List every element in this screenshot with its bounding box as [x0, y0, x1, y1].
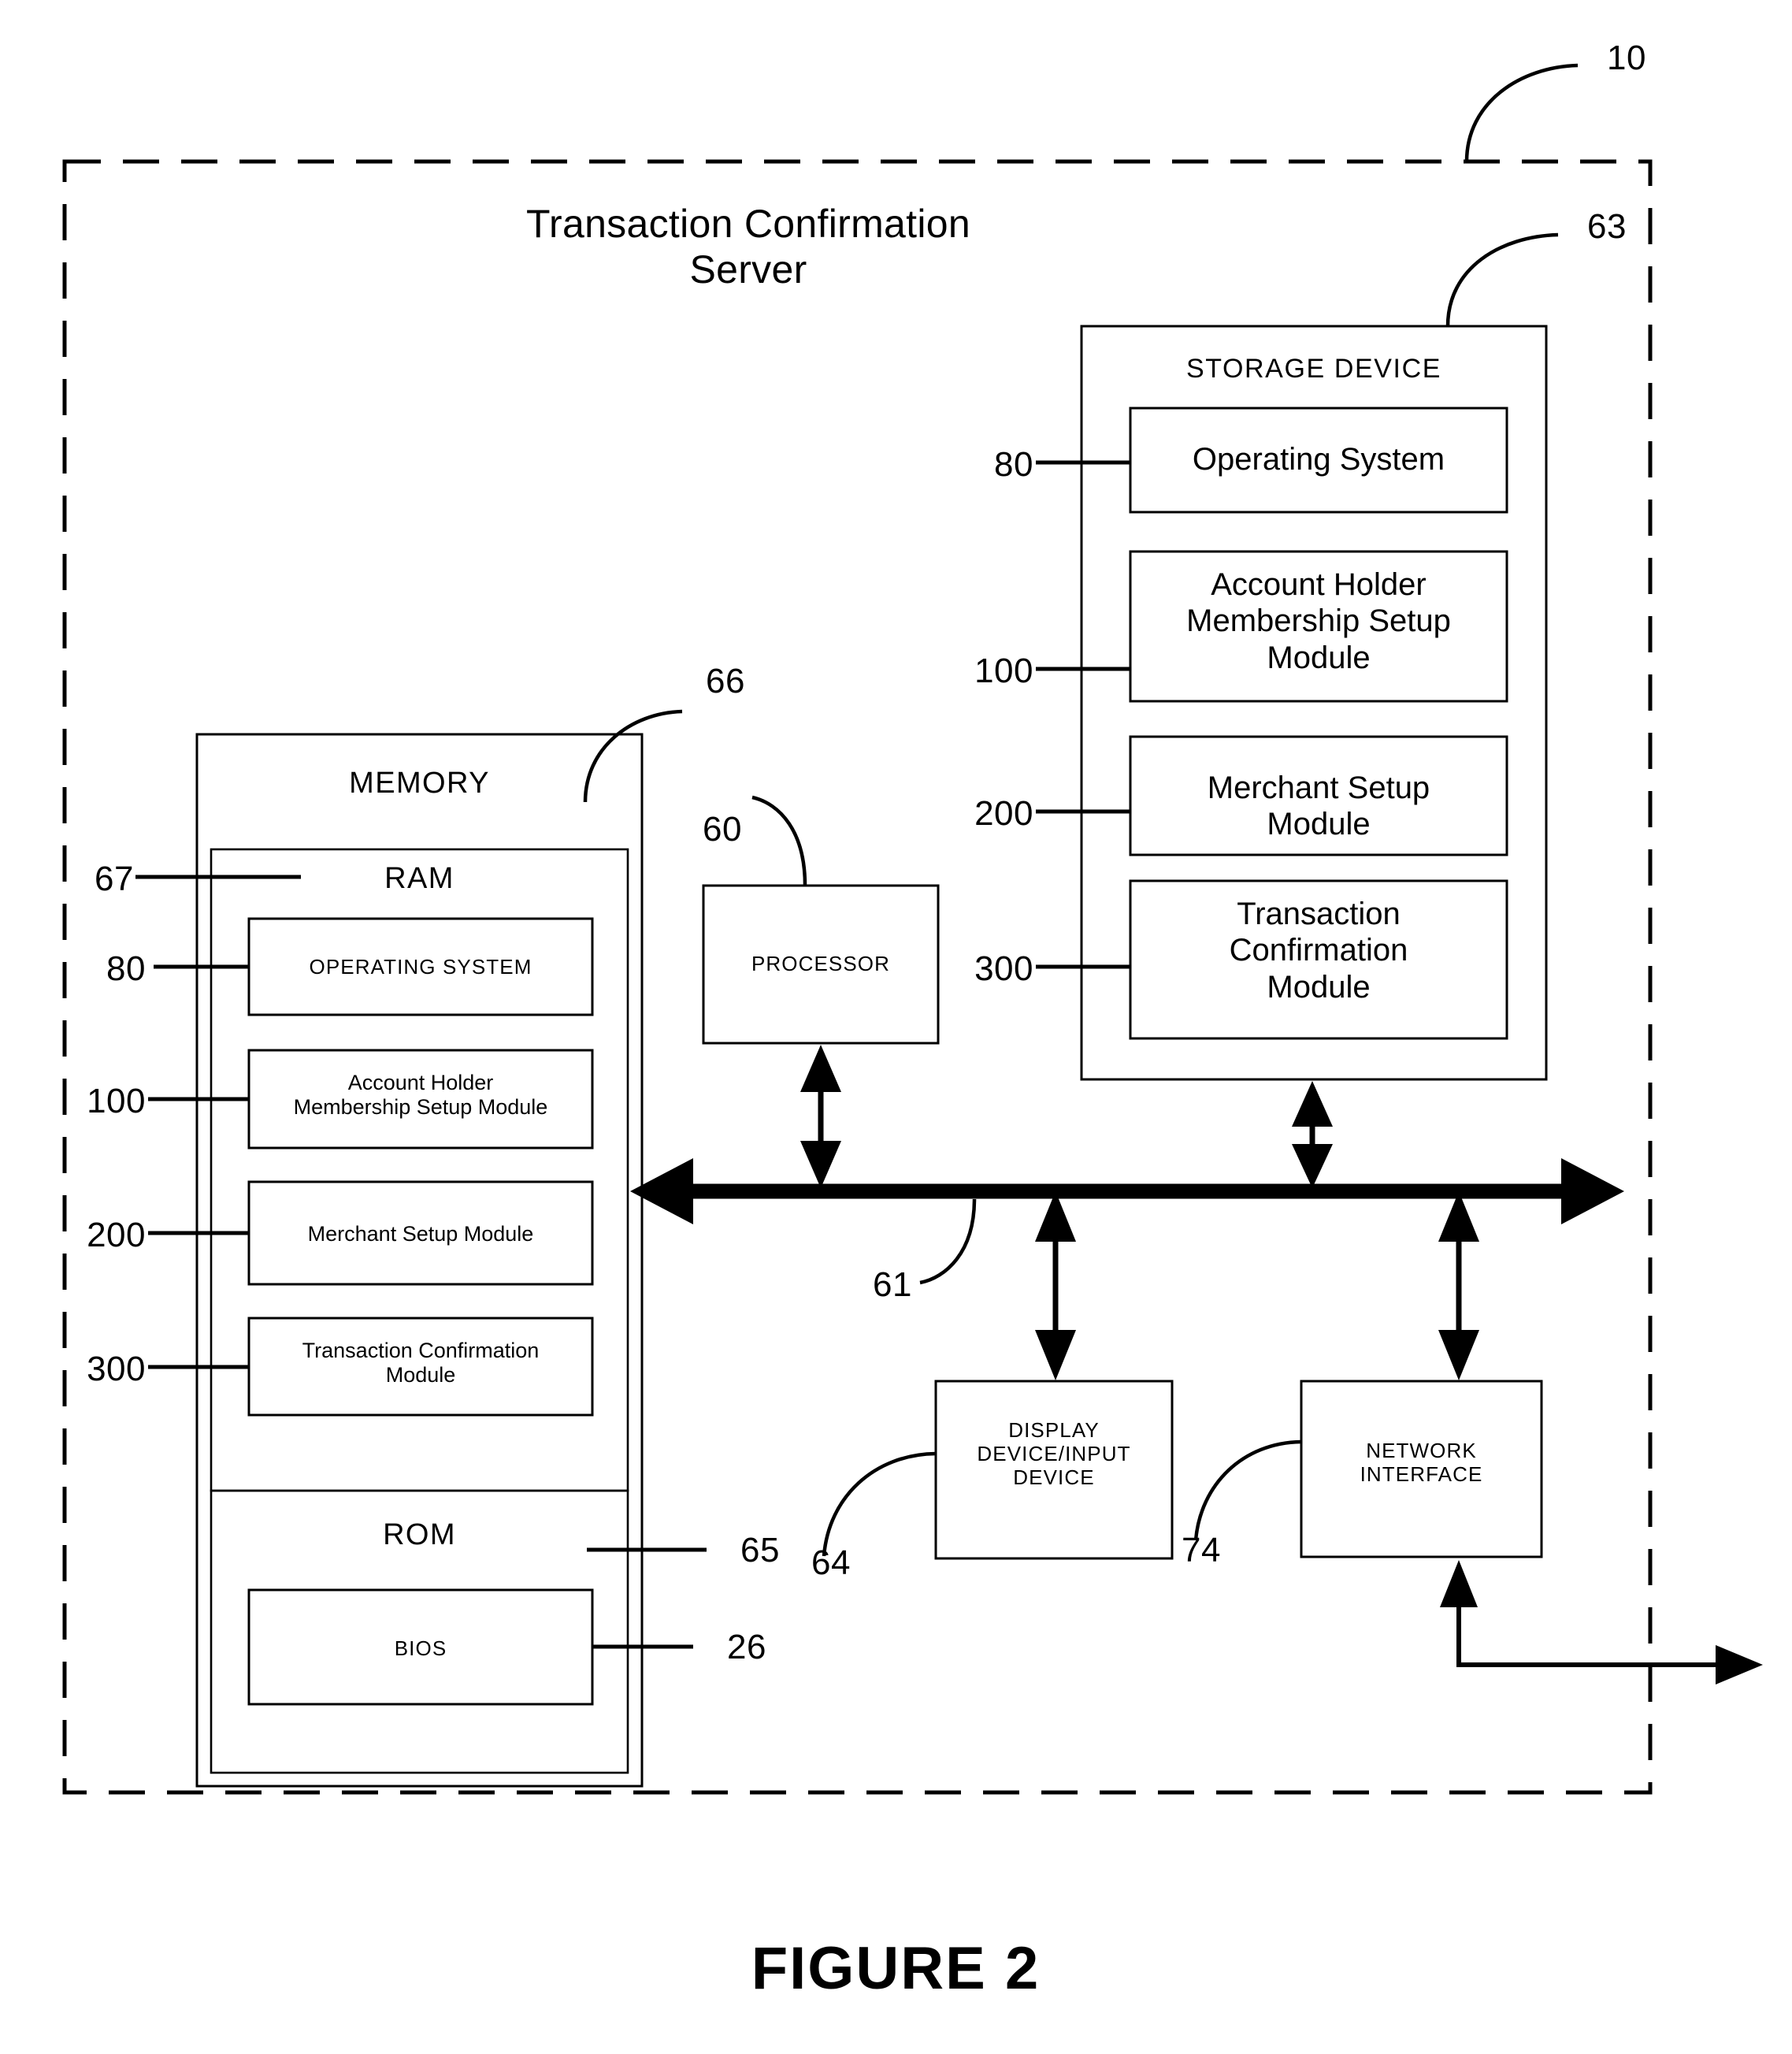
storage-module-label-transaction: Transaction Confirmation Module	[1229, 897, 1408, 1005]
memory-title: MEMORY	[349, 767, 490, 800]
bus-arrow-right	[1561, 1158, 1624, 1224]
patent-figure-2: Transaction Confirmation Server 10 STORA…	[0, 0, 1792, 2054]
storage-module-label-os: Operating System	[1192, 442, 1445, 477]
ref-label-61: 61	[873, 1265, 912, 1304]
network-interface-label: NETWORK INTERFACE	[1360, 1439, 1483, 1487]
ram-module-label-os: OPERATING SYSTEM	[309, 955, 532, 979]
leader-ref-74	[1193, 1439, 1302, 1541]
rom-title: ROM	[383, 1518, 456, 1551]
ref-label-74: 74	[1182, 1531, 1221, 1569]
network-external-link	[1456, 1589, 1737, 1667]
ref-label-66: 66	[706, 662, 745, 700]
diagram-canvas	[62, 63, 1763, 1795]
ref-label-64: 64	[811, 1543, 851, 1582]
ref-label-storage-80: 80	[994, 445, 1033, 484]
network-external-arrow	[1716, 1645, 1763, 1684]
display-device-label: DISPLAY DEVICE/INPUT DEVICE	[977, 1418, 1131, 1490]
system-title: Transaction Confirmation Server	[526, 202, 970, 292]
ref-label-ram-80: 80	[106, 949, 146, 988]
figure-caption: FIGURE 2	[751, 1935, 1041, 2002]
ref-label-67: 67	[95, 860, 134, 898]
storage-device-title: STORAGE DEVICE	[1185, 354, 1442, 384]
display-bus-arrow-down	[1035, 1330, 1076, 1380]
storage-bus-arrow-up	[1292, 1081, 1333, 1127]
ref-label-ram-100: 100	[87, 1082, 146, 1120]
network-uplink-arrow	[1440, 1560, 1478, 1607]
rom-module-label-bios: BIOS	[394, 1636, 447, 1660]
ref-label-63: 63	[1587, 207, 1627, 246]
ref-label-26: 26	[727, 1628, 766, 1666]
storage-module-label-merchant: Merchant Setup Module	[1207, 771, 1430, 842]
processor-label: PROCESSOR	[751, 952, 891, 975]
ram-module-label-transaction: Transaction Confirmation Module	[302, 1339, 540, 1387]
ref-label-ram-300: 300	[87, 1350, 146, 1388]
ref-label-60: 60	[703, 810, 742, 849]
ref-label-storage-100: 100	[974, 652, 1033, 690]
ref-label-10: 10	[1607, 39, 1646, 77]
display-bus-arrow-up	[1035, 1191, 1076, 1242]
storage-module-label-account-holder: Account Holder Membership Setup Module	[1186, 567, 1451, 675]
leader-ref-63	[1445, 232, 1559, 327]
leader-ref-64	[822, 1451, 937, 1557]
processor-bus-arrow-up	[800, 1045, 841, 1092]
leader-ref-10	[1464, 63, 1579, 162]
network-bus-arrow-up	[1438, 1191, 1479, 1242]
ram-module-label-merchant: Merchant Setup Module	[307, 1222, 534, 1246]
ref-label-ram-200: 200	[87, 1216, 146, 1254]
network-bus-arrow-down	[1438, 1330, 1479, 1380]
storage-bus-arrow-down	[1292, 1144, 1333, 1188]
ram-module-label-account-holder: Account Holder Membership Setup Module	[293, 1071, 548, 1120]
ref-label-storage-200: 200	[974, 794, 1033, 833]
ram-title: RAM	[384, 862, 454, 895]
processor-bus-arrow-down	[800, 1141, 841, 1188]
ref-label-storage-300: 300	[974, 949, 1033, 988]
